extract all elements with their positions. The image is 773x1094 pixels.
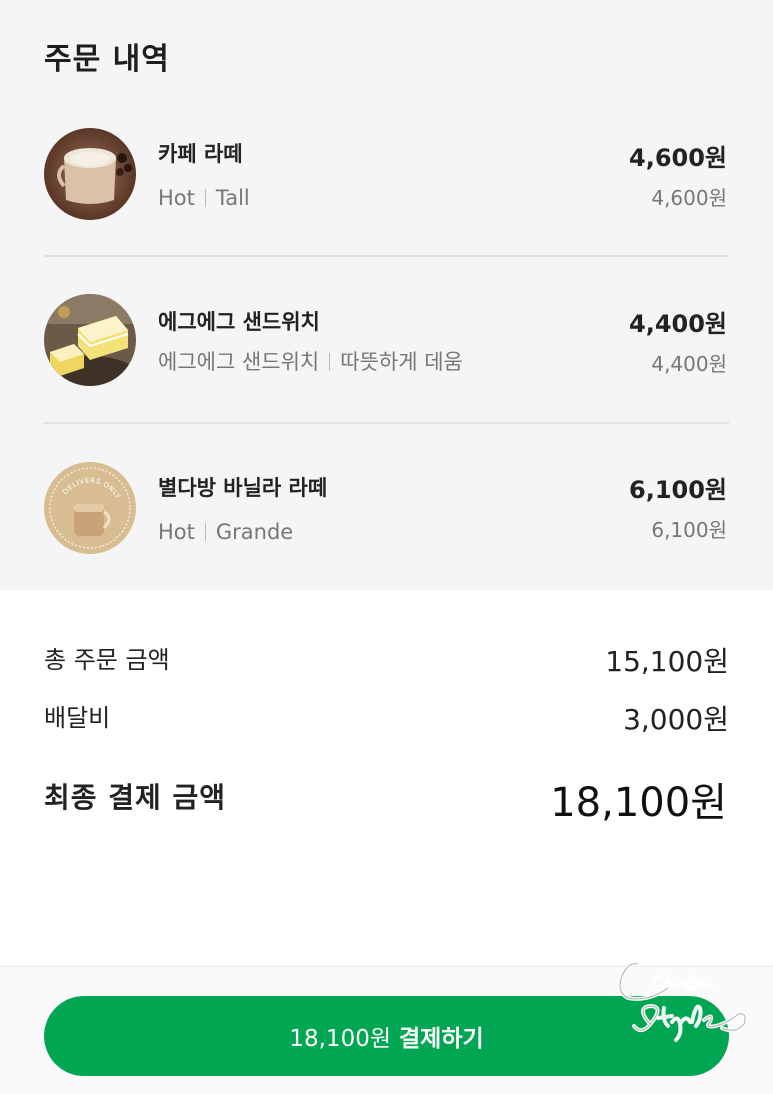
pay-button-label: 결제하기	[399, 1026, 484, 1052]
egg-sandwich-image	[44, 294, 136, 386]
item-name: 별다방 바닐라 라떼	[158, 476, 328, 500]
option-separator	[204, 189, 206, 207]
item-name: 에그에그 샌드위치	[158, 310, 320, 334]
item-options: Hot Grande	[158, 520, 293, 544]
item-options: Hot Tall	[158, 186, 250, 210]
item-price: 6,100원	[629, 476, 727, 504]
order-item-vanilla-latte[interactable]: DELIVERS ONLY 별다방 바닐라 라떼 Hot Grande 6,100…	[0, 456, 773, 576]
item-option: 에그에그 샌드위치	[158, 350, 320, 374]
item-subprice: 4,400원	[651, 352, 727, 376]
total-order-amount-label: 총 주문 금액	[44, 646, 170, 674]
item-option: Hot	[158, 186, 195, 210]
option-separator	[329, 353, 331, 371]
item-option: 따뜻하게 데움	[340, 350, 463, 374]
item-subprice: 4,600원	[651, 186, 727, 210]
item-option: Tall	[215, 186, 250, 210]
item-price: 4,400원	[629, 310, 727, 338]
delivery-fee-value: 3,000원	[623, 703, 729, 736]
order-list-title: 주문 내역	[44, 42, 170, 77]
cafe-latte-image	[44, 128, 136, 220]
item-name: 카페 라떼	[158, 142, 243, 166]
option-separator	[204, 523, 206, 541]
item-subprice: 6,100원	[651, 518, 727, 542]
item-option: Hot	[158, 520, 195, 544]
delivery-fee-label: 배달비	[44, 704, 111, 732]
pay-button[interactable]: 18,100원 결제하기	[44, 996, 729, 1076]
total-order-amount-value: 15,100원	[605, 645, 729, 678]
pay-button-amount: 18,100원	[289, 1026, 391, 1052]
order-item-egg-sandwich[interactable]: 에그에그 샌드위치 에그에그 샌드위치 따뜻하게 데움 4,400원 4,400원	[0, 288, 773, 408]
item-divider	[44, 422, 729, 424]
final-payment-label: 최종 결제 금액	[44, 781, 227, 814]
item-divider	[44, 255, 729, 257]
delivery-fee-row: 배달비 3,000원	[44, 698, 729, 738]
order-list-section: 주문 내역 카페 라떼 Hot Tall 4,600원 4,600원 에그에그 …	[0, 0, 773, 590]
item-price: 4,600원	[629, 144, 727, 172]
item-option: Grande	[215, 520, 294, 544]
final-payment-value: 18,100원	[550, 780, 727, 826]
item-options: 에그에그 샌드위치 따뜻하게 데움	[158, 346, 463, 376]
total-order-amount-row: 총 주문 금액 15,100원	[44, 640, 729, 680]
order-item-cafe-latte[interactable]: 카페 라떼 Hot Tall 4,600원 4,600원	[0, 122, 773, 242]
vanilla-latte-image: DELIVERS ONLY	[44, 462, 136, 554]
